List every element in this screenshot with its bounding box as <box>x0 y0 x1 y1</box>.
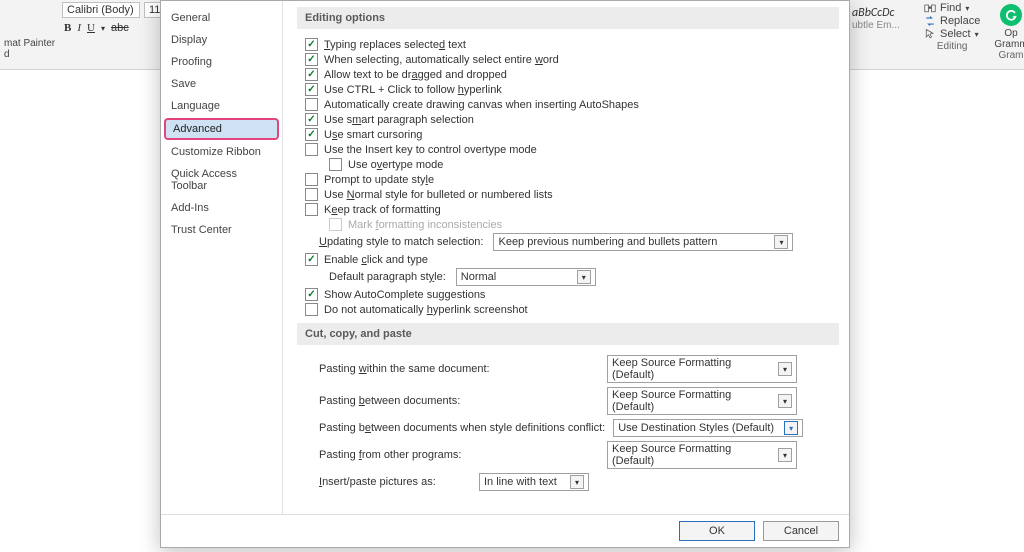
label-paste-conflict: Pasting between documents when style def… <box>319 422 605 434</box>
label-ctrl-click: Use CTRL + Click to follow hyperlink <box>324 84 502 96</box>
nav-item-trust-center[interactable]: Trust Center <box>161 219 282 241</box>
checkbox-typing-replaces[interactable] <box>305 38 318 51</box>
editing-options-header: Editing options <box>297 7 839 29</box>
checkbox-smart-cursor[interactable] <box>305 128 318 141</box>
options-content-pane[interactable]: Editing options TTyping replaces selecte… <box>283 1 849 514</box>
label-prompt-update: Prompt to update style <box>324 174 434 186</box>
select-insert-pictures[interactable]: In line with text▾ <box>479 473 589 491</box>
clipboard-group-label: d <box>4 49 10 60</box>
bold-button[interactable]: B <box>64 22 71 34</box>
nav-item-advanced[interactable]: Advanced <box>164 118 279 140</box>
select-paste-other[interactable]: Keep Source Formatting (Default)▾ <box>607 441 797 469</box>
select-paste-conflict[interactable]: Use Destination Styles (Default)▾ <box>613 419 803 437</box>
label-typing-replaces: TTyping replaces selected textyping repl… <box>324 39 466 51</box>
label-smart-para: Use smart paragraph selection <box>324 114 474 126</box>
nav-item-add-ins[interactable]: Add-Ins <box>161 197 282 219</box>
select-updating-style[interactable]: Keep previous numbering and bullets patt… <box>493 233 793 251</box>
checkbox-no-hyperlink-screenshot[interactable] <box>305 303 318 316</box>
checkbox-drag-drop[interactable] <box>305 68 318 81</box>
checkbox-mark-inconsist <box>329 218 342 231</box>
cut-copy-paste-header: Cut, copy, and paste <box>297 323 839 345</box>
nav-item-display[interactable]: Display <box>161 29 282 51</box>
checkbox-keep-track[interactable] <box>305 203 318 216</box>
nav-item-quick-access[interactable]: Quick Access Toolbar <box>161 163 282 197</box>
chevron-down-icon: ▾ <box>570 475 584 489</box>
checkbox-select-word[interactable] <box>305 53 318 66</box>
checkbox-prompt-update[interactable] <box>305 173 318 186</box>
select-paste-between[interactable]: Keep Source Formatting (Default)▾ <box>607 387 797 415</box>
label-keep-track: Keep track of formatting <box>324 204 441 216</box>
nav-item-general[interactable]: General <box>161 7 282 29</box>
chevron-down-icon: ▾ <box>577 270 591 284</box>
label-insert-pictures: Insert/paste pictures as: <box>319 476 471 488</box>
label-mark-inconsist: Mark formatting inconsistencies <box>348 219 502 231</box>
ok-button[interactable]: OK <box>679 521 755 541</box>
strikethrough-button[interactable]: abc <box>111 22 129 34</box>
font-name-combo[interactable]: Calibri (Body) <box>62 2 140 18</box>
nav-item-customize-ribbon[interactable]: Customize Ribbon <box>161 141 282 163</box>
checkbox-ctrl-click[interactable] <box>305 83 318 96</box>
italic-button[interactable]: I <box>77 22 81 34</box>
checkbox-overtype-mode[interactable] <box>329 158 342 171</box>
label-updating-style: Updating style to match selection: <box>319 236 483 248</box>
label-smart-cursor: Use smart cursoring <box>324 129 422 141</box>
checkbox-smart-para[interactable] <box>305 113 318 126</box>
dialog-footer: OK Cancel <box>161 514 849 547</box>
word-options-dialog: General Display Proofing Save Language A… <box>160 0 850 548</box>
label-autocomplete: Show AutoComplete suggestions <box>324 289 485 301</box>
checkbox-click-type[interactable] <box>305 253 318 266</box>
select-default-para-style[interactable]: Normal▾ <box>456 268 596 286</box>
label-paste-between: Pasting between documents: <box>319 395 599 407</box>
chevron-down-icon: ▾ <box>784 421 798 435</box>
nav-item-language[interactable]: Language <box>161 95 282 117</box>
label-default-para-style: Default paragraph style: <box>329 271 446 283</box>
label-overtype-mode: Use overtype mode <box>348 159 443 171</box>
chevron-down-icon: ▾ <box>774 235 788 249</box>
select-paste-within[interactable]: Keep Source Formatting (Default)▾ <box>607 355 797 383</box>
chevron-down-icon: ▾ <box>778 362 792 376</box>
label-paste-within: Pasting within the same document: <box>319 363 599 375</box>
checkbox-normal-bullets[interactable] <box>305 188 318 201</box>
options-nav-pane: General Display Proofing Save Language A… <box>161 1 283 514</box>
nav-item-proofing[interactable]: Proofing <box>161 51 282 73</box>
label-paste-other: Pasting from other programs: <box>319 449 599 461</box>
label-insert-key: Use the Insert key to control overtype m… <box>324 144 537 156</box>
nav-item-save[interactable]: Save <box>161 73 282 95</box>
label-auto-canvas: Automatically create drawing canvas when… <box>324 99 639 111</box>
chevron-down-icon: ▾ <box>778 394 792 408</box>
label-select-word: When selecting, automatically select ent… <box>324 54 559 66</box>
label-normal-bullets: Use Normal style for bulleted or numbere… <box>324 189 553 201</box>
label-no-hyperlink-screenshot: Do not automatically hyperlink screensho… <box>324 304 528 316</box>
chevron-down-icon: ▾ <box>778 448 792 462</box>
checkbox-autocomplete[interactable] <box>305 288 318 301</box>
underline-button[interactable]: U <box>87 22 95 34</box>
cancel-button[interactable]: Cancel <box>763 521 839 541</box>
checkbox-insert-key[interactable] <box>305 143 318 156</box>
checkbox-auto-canvas[interactable] <box>305 98 318 111</box>
format-painter-label: mat Painter <box>4 38 55 49</box>
label-click-type: Enable click and type <box>324 254 428 266</box>
label-drag-drop: Allow text to be dragged and dropped <box>324 69 507 81</box>
